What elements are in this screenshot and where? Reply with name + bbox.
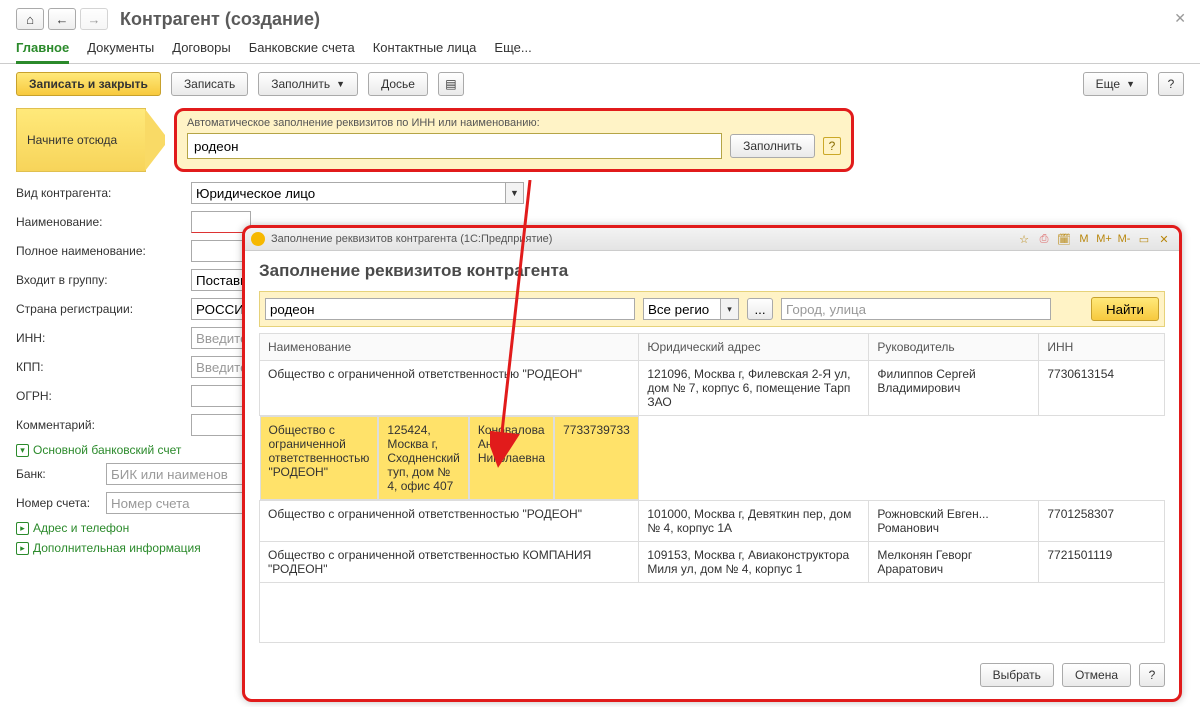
- region-more-button[interactable]: ...: [747, 298, 773, 320]
- help-button[interactable]: ?: [1158, 72, 1184, 96]
- table-cell: 125424, Москва г, Сходненский туп, дом №…: [378, 416, 469, 500]
- autofill-button[interactable]: Заполнить: [730, 134, 815, 158]
- table-cell: Филиппов Сергей Владимирович: [869, 361, 1039, 416]
- table-cell: Общество с ограниченной ответственностью…: [260, 542, 639, 583]
- window-close-icon[interactable]: ✕: [1155, 231, 1173, 247]
- bank-label: Банк:: [16, 467, 106, 481]
- tabs: Главное Документы Договоры Банковские сч…: [0, 30, 1200, 64]
- fullname-label: Полное наименование:: [16, 244, 191, 258]
- autofill-help[interactable]: ?: [823, 137, 841, 155]
- table-row[interactable]: Общество с ограниченной ответственностью…: [260, 361, 1165, 416]
- dossier-button[interactable]: Досье: [368, 72, 428, 96]
- dialog-heading: Заполнение реквизитов контрагента: [259, 261, 1165, 281]
- acct-label: Номер счета:: [16, 496, 106, 510]
- region-input[interactable]: [643, 298, 721, 320]
- col-inn[interactable]: ИНН: [1039, 334, 1165, 361]
- tab-bank-accounts[interactable]: Банковские счета: [249, 40, 355, 63]
- favorite-icon[interactable]: ☆: [1015, 231, 1033, 247]
- mem-m[interactable]: M: [1075, 231, 1093, 247]
- save-button[interactable]: Записать: [171, 72, 248, 96]
- close-icon[interactable]: ✕: [1174, 10, 1186, 27]
- attach-icon[interactable]: ⎙: [1035, 231, 1053, 247]
- table-cell: 7721501119: [1039, 542, 1165, 583]
- start-here-label: Начните отсюда: [16, 108, 146, 172]
- table-cell: Рожновский Евген... Романович: [869, 501, 1039, 542]
- group-label: Входит в группу:: [16, 273, 191, 287]
- find-button[interactable]: Найти: [1091, 297, 1159, 321]
- table-cell: 109153, Москва г, Авиаконструктора Миля …: [639, 542, 869, 583]
- select-button[interactable]: Выбрать: [980, 663, 1054, 687]
- fill-button[interactable]: Заполнить▼: [258, 72, 358, 96]
- name-label: Наименование:: [16, 215, 191, 229]
- kind-dropdown[interactable]: ▼: [506, 182, 524, 204]
- list-icon-button[interactable]: ▤: [438, 72, 464, 96]
- tab-contacts[interactable]: Контактные лица: [373, 40, 477, 63]
- page-title: Контрагент (создание): [120, 9, 320, 30]
- autofill-input[interactable]: [187, 133, 722, 159]
- dialog-search-input[interactable]: [265, 298, 635, 320]
- app-1c-icon: [251, 232, 265, 246]
- ogrn-label: ОГРН:: [16, 389, 191, 403]
- more-button[interactable]: Еще▼: [1083, 72, 1148, 96]
- comment-label: Комментарий:: [16, 418, 191, 432]
- table-cell: Коновалова Анна Николаевна: [469, 416, 554, 500]
- results-table: Наименование Юридический адрес Руководит…: [259, 333, 1165, 643]
- table-cell: Общество с ограниченной ответственностью…: [260, 501, 639, 542]
- col-head[interactable]: Руководитель: [869, 334, 1039, 361]
- empty-cell: [260, 583, 1165, 643]
- cancel-button[interactable]: Отмена: [1062, 663, 1131, 687]
- table-cell: 7730613154: [1039, 361, 1165, 416]
- dialog-title: Заполнение реквизитов контрагента (1С:Пр…: [271, 233, 552, 245]
- autofill-box: Автоматическое заполнение реквизитов по …: [174, 108, 854, 172]
- dialog-help-button[interactable]: ?: [1139, 663, 1165, 687]
- table-cell: 7701258307: [1039, 501, 1165, 542]
- tab-more[interactable]: Еще...: [494, 40, 531, 63]
- window-restore-icon[interactable]: ▭: [1135, 231, 1153, 247]
- kind-label: Вид контрагента:: [16, 186, 191, 200]
- forward-button[interactable]: →: [80, 8, 108, 30]
- inn-label: ИНН:: [16, 331, 191, 345]
- col-address[interactable]: Юридический адрес: [639, 334, 869, 361]
- city-input[interactable]: [781, 298, 1051, 320]
- kind-input[interactable]: [191, 182, 506, 204]
- table-cell: Мелконян Геворг Араратович: [869, 542, 1039, 583]
- calendar-icon[interactable]: 🗓: [1055, 231, 1073, 247]
- table-row[interactable]: Общество с ограниченной ответственностью…: [260, 542, 1165, 583]
- autofill-label: Автоматическое заполнение реквизитов по …: [187, 117, 841, 129]
- back-button[interactable]: ←: [48, 8, 76, 30]
- table-cell: Общество с ограниченной ответственностью…: [260, 416, 379, 500]
- table-cell: 121096, Москва г, Филевская 2-Я ул, дом …: [639, 361, 869, 416]
- table-cell: 101000, Москва г, Девяткин пер, дом № 4,…: [639, 501, 869, 542]
- region-dropdown[interactable]: ▾: [721, 298, 739, 320]
- mem-mplus[interactable]: M+: [1095, 231, 1113, 247]
- table-row[interactable]: Общество с ограниченной ответственностью…: [260, 416, 639, 500]
- kpp-label: КПП:: [16, 360, 191, 374]
- fill-dialog: Заполнение реквизитов контрагента (1С:Пр…: [242, 225, 1182, 702]
- save-close-button[interactable]: Записать и закрыть: [16, 72, 161, 96]
- tab-main[interactable]: Главное: [16, 40, 69, 64]
- table-row[interactable]: Общество с ограниченной ответственностью…: [260, 501, 1165, 542]
- mem-mminus[interactable]: M-: [1115, 231, 1133, 247]
- tab-documents[interactable]: Документы: [87, 40, 154, 63]
- table-cell: 7733739733: [554, 416, 639, 500]
- col-name[interactable]: Наименование: [260, 334, 639, 361]
- country-label: Страна регистрации:: [16, 302, 191, 316]
- table-cell: Общество с ограниченной ответственностью…: [260, 361, 639, 416]
- tab-contracts[interactable]: Договоры: [172, 40, 230, 63]
- home-button[interactable]: ⌂: [16, 8, 44, 30]
